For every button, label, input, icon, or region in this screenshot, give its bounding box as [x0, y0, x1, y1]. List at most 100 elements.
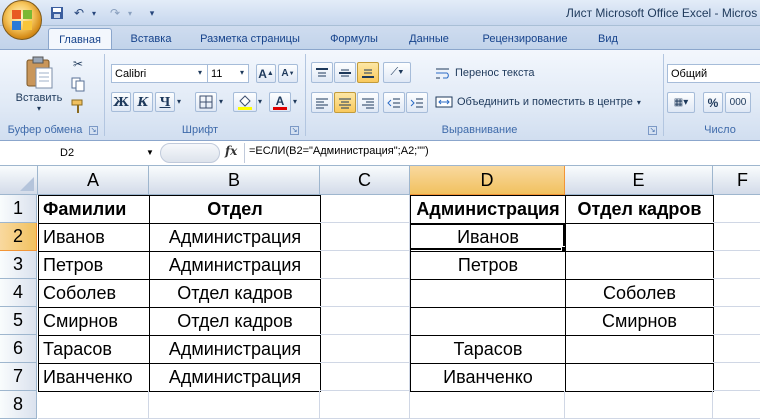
number-format-combo[interactable]: Общий	[667, 64, 760, 83]
cell-a1[interactable]: Фамилии	[38, 195, 150, 224]
cell-b5[interactable]: Отдел кадров	[149, 307, 321, 336]
customize-toolbar-icon[interactable]: ▾	[146, 4, 158, 22]
cell-e7[interactable]	[565, 363, 714, 392]
save-icon[interactable]	[48, 4, 66, 22]
cell-d6[interactable]: Тарасов	[410, 335, 566, 364]
cell-d8[interactable]	[410, 391, 565, 419]
tab-data[interactable]: Данные	[398, 28, 460, 50]
underline-dropdown-icon[interactable]: ▾	[177, 97, 181, 106]
underline-button[interactable]: Ч	[155, 92, 175, 112]
italic-button[interactable]: К	[133, 92, 153, 112]
percent-button[interactable]: %	[703, 92, 723, 113]
cell-a4[interactable]: Соболев	[38, 279, 150, 308]
column-header-a[interactable]: A	[38, 166, 149, 195]
column-header-e[interactable]: E	[565, 166, 713, 195]
cell-c5[interactable]	[320, 307, 410, 335]
increase-indent-button[interactable]	[406, 92, 428, 113]
formula-bar-handle[interactable]	[160, 143, 220, 163]
row-header-6[interactable]: 6	[0, 335, 37, 363]
cell-d4[interactable]	[410, 279, 566, 308]
font-size-dropdown-icon[interactable]: ▾	[240, 68, 244, 77]
alignment-launcher-icon[interactable]: ↘	[648, 126, 657, 135]
redo-dropdown-icon[interactable]: ▾	[124, 4, 136, 22]
cell-f2[interactable]	[713, 223, 760, 251]
row-header-4[interactable]: 4	[0, 279, 37, 307]
name-box[interactable]: D2	[0, 143, 160, 163]
cell-e3[interactable]	[565, 251, 714, 280]
tab-home[interactable]: Главная	[48, 28, 112, 51]
row-header-1[interactable]: 1	[0, 195, 37, 223]
cell-b4[interactable]: Отдел кадров	[149, 279, 321, 308]
clipboard-launcher-icon[interactable]: ↘	[89, 126, 98, 135]
bold-button[interactable]: Ж	[111, 92, 131, 112]
cell-d1[interactable]: Администрация	[410, 195, 566, 224]
cell-c6[interactable]	[320, 335, 410, 363]
cell-b2[interactable]: Администрация	[149, 223, 321, 252]
undo-dropdown-icon[interactable]: ▾	[88, 4, 100, 22]
align-top-button[interactable]	[311, 62, 333, 83]
cell-f4[interactable]	[713, 279, 760, 307]
cell-c7[interactable]	[320, 363, 410, 391]
thousands-button[interactable]: 000	[725, 92, 751, 113]
borders-dropdown-icon[interactable]: ▾	[219, 97, 223, 106]
cell-e8[interactable]	[565, 391, 713, 419]
cell-c4[interactable]	[320, 279, 410, 307]
fill-color-button[interactable]	[233, 92, 257, 112]
row-header-3[interactable]: 3	[0, 251, 37, 279]
format-painter-icon[interactable]	[70, 98, 86, 114]
grow-font-button[interactable]: A ▲	[256, 64, 276, 83]
column-header-f[interactable]: F	[713, 166, 760, 195]
cell-e1[interactable]: Отдел кадров	[565, 195, 714, 224]
cell-e2[interactable]	[565, 223, 714, 252]
decrease-indent-button[interactable]	[383, 92, 405, 113]
paste-button[interactable]: Вставить ▾	[14, 56, 64, 116]
cell-e5[interactable]: Смирнов	[565, 307, 714, 336]
cell-a6[interactable]: Тарасов	[38, 335, 150, 364]
wrap-text-button[interactable]: Перенос текста	[435, 64, 535, 82]
cell-a5[interactable]: Смирнов	[38, 307, 150, 336]
merge-center-button[interactable]: Объединить и поместить в центре ▾	[435, 93, 641, 111]
cell-a3[interactable]: Петров	[38, 251, 150, 280]
cell-d7[interactable]: Иванченко	[410, 363, 566, 392]
orientation-button[interactable]: ⟋▾	[383, 62, 411, 83]
insert-function-icon[interactable]: fx	[225, 144, 237, 158]
tab-review[interactable]: Рецензирование	[472, 28, 578, 50]
cell-a8[interactable]	[38, 391, 149, 419]
copy-icon[interactable]	[70, 76, 86, 92]
row-header-8[interactable]: 8	[0, 391, 37, 419]
select-all-button[interactable]	[0, 166, 38, 195]
font-launcher-icon[interactable]: ↘	[290, 126, 299, 135]
align-middle-button[interactable]	[334, 62, 356, 83]
borders-button[interactable]	[195, 92, 217, 112]
cell-c1[interactable]	[320, 195, 410, 223]
cell-e4[interactable]: Соболев	[565, 279, 714, 308]
currency-format-button[interactable]: ▦▾	[667, 92, 695, 113]
cell-d3[interactable]: Петров	[410, 251, 566, 280]
font-color-dropdown-icon[interactable]: ▾	[293, 97, 297, 106]
cell-d5[interactable]	[410, 307, 566, 336]
office-button[interactable]	[2, 0, 42, 40]
cell-f6[interactable]	[713, 335, 760, 363]
align-bottom-button[interactable]	[357, 62, 379, 83]
cell-f8[interactable]	[713, 391, 760, 419]
cell-c3[interactable]	[320, 251, 410, 279]
shrink-font-button[interactable]: A ▼	[278, 64, 298, 83]
cell-c8[interactable]	[320, 391, 410, 419]
tab-view[interactable]: Вид	[588, 28, 628, 50]
cell-a2[interactable]: Иванов	[38, 223, 150, 252]
merge-dropdown-icon[interactable]: ▾	[637, 98, 641, 107]
align-center-button[interactable]	[334, 92, 356, 113]
font-name-combo[interactable]: Calibri	[111, 64, 209, 83]
font-color-button[interactable]: A	[269, 92, 291, 112]
align-right-button[interactable]	[357, 92, 379, 113]
column-header-d[interactable]: D	[410, 166, 565, 195]
column-header-c[interactable]: C	[320, 166, 410, 195]
cell-b3[interactable]: Администрация	[149, 251, 321, 280]
row-header-2[interactable]: 2	[0, 223, 37, 251]
redo-icon[interactable]: ↷	[106, 4, 124, 22]
tab-insert[interactable]: Вставка	[119, 28, 183, 50]
undo-icon[interactable]: ↶	[70, 4, 88, 22]
cell-e6[interactable]	[565, 335, 714, 364]
cell-f1[interactable]	[713, 195, 760, 223]
cell-c2[interactable]	[320, 223, 410, 251]
